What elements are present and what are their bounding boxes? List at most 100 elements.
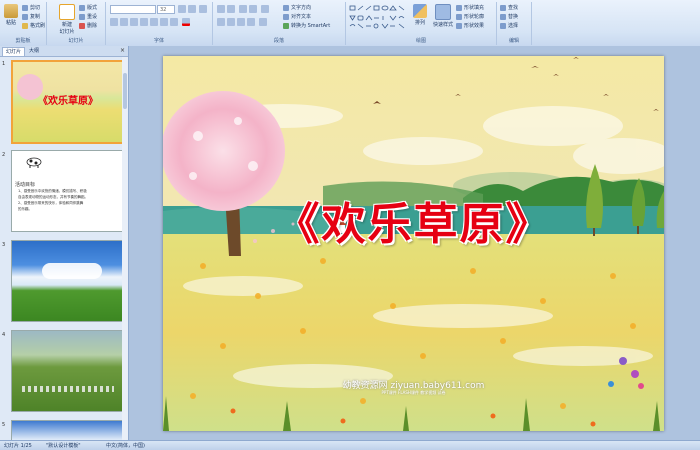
slides-group: 新建 幻灯片 版式 重设 删除 幻灯片: [47, 2, 106, 45]
current-slide[interactable]: 《欢乐草原》 幼教资源网 ziyuan.baby611.com PPT课件 FL…: [163, 56, 664, 431]
shapes-gallery-icons: [349, 5, 405, 29]
slides-group-label: 幻灯片: [68, 38, 84, 44]
shrink-font-icon[interactable]: [188, 5, 196, 13]
delete-button[interactable]: 删除: [79, 22, 97, 30]
strikethrough-icon[interactable]: [140, 18, 148, 26]
justify-icon[interactable]: [247, 18, 255, 26]
convert-smartart-button[interactable]: 转换为 SmartArt: [283, 22, 330, 30]
char-spacing-icon[interactable]: [160, 18, 168, 26]
drawing-group: 排列 快速样式 形状填充 形状轮廓 形状效果 绘图: [346, 2, 497, 45]
scrollbar-thumb[interactable]: [123, 73, 127, 109]
binoculars-icon: [500, 4, 506, 11]
slide-thumbnail-3[interactable]: [11, 240, 123, 322]
slide-thumbnail-5[interactable]: [11, 420, 123, 441]
watermark-subtext: PPT课件 FLASH课件 教学视频 试卷: [381, 390, 446, 395]
shadow-icon[interactable]: [150, 18, 158, 26]
paint-bucket-icon: [456, 4, 462, 11]
cow-icon: [26, 157, 42, 168]
text-direction-button[interactable]: 文字方向: [283, 4, 311, 12]
thumbnail-clouds: [42, 263, 102, 279]
close-pane-icon[interactable]: ×: [120, 47, 125, 54]
tab-outline[interactable]: 大纲: [26, 47, 42, 55]
thumbnail-number: 3: [2, 242, 6, 248]
decrease-indent-icon[interactable]: [239, 5, 247, 13]
new-slide-icon: [59, 4, 75, 20]
paste-label: 粘贴: [5, 20, 16, 26]
bold-icon[interactable]: [110, 18, 118, 26]
slide-thumbnail-1[interactable]: 《欢乐草原》: [11, 60, 125, 144]
select-button[interactable]: 选择: [500, 22, 518, 30]
reset-button[interactable]: 重设: [79, 13, 97, 21]
thumbnail-title: 《欢乐草原》: [38, 96, 98, 107]
slide-thumbnail-4[interactable]: [11, 330, 123, 412]
pane-tabs: 幻灯片 大纲 ×: [0, 46, 128, 57]
new-slide-button[interactable]: 新建 幻灯片: [57, 4, 77, 35]
paragraph-group: 文字方向 对齐文本 转换为 SmartArt 段落: [213, 2, 346, 45]
find-button[interactable]: 查找: [500, 4, 518, 12]
font-name-combo[interactable]: [110, 5, 156, 14]
bullets-icon[interactable]: [217, 5, 225, 13]
arrange-icon: [413, 4, 427, 18]
shape-effects-button[interactable]: 形状效果: [456, 22, 484, 30]
grow-font-icon[interactable]: [178, 5, 186, 13]
slide-editor: 《欢乐草原》 幼教资源网 ziyuan.baby611.com PPT课件 FL…: [129, 46, 700, 440]
drawing-group-label: 绘图: [415, 38, 426, 44]
copy-icon: [22, 13, 28, 20]
align-left-icon[interactable]: [217, 18, 225, 26]
quick-styles-button[interactable]: 快速样式: [432, 4, 454, 32]
theme-name: "默认设计模板": [46, 443, 81, 449]
tab-slides[interactable]: 幻灯片: [2, 47, 26, 56]
slide-counter: 幻灯片 1/25: [4, 443, 32, 449]
ribbon: 粘贴 剪切 复制 格式刷 剪贴板 新建 幻灯片 版式 重设 删除 幻灯片 32 …: [0, 0, 700, 47]
paragraph-group-label: 段落: [273, 38, 284, 44]
cut-button[interactable]: 剪切: [22, 4, 40, 12]
thumbnail-line: 自由表现动物的运动形态，并有节奏的舞蹈。: [18, 195, 88, 199]
increase-indent-icon[interactable]: [249, 5, 257, 13]
numbering-icon[interactable]: [227, 5, 235, 13]
slides-pane: 幻灯片 大纲 × 1 《欢乐草原》 2 活动目标 1、感受音乐中欢快的情绪，模仿…: [0, 46, 129, 441]
shapes-gallery[interactable]: [349, 4, 407, 34]
font-color-icon[interactable]: [182, 18, 190, 26]
format-painter-button[interactable]: 格式刷: [22, 22, 45, 30]
paste-icon: [4, 4, 18, 18]
thumbnail-sheep-flock: [22, 386, 114, 392]
underline-icon[interactable]: [130, 18, 138, 26]
font-size-combo[interactable]: 32: [157, 5, 175, 14]
pane-scrollbar[interactable]: [122, 57, 128, 440]
smartart-icon: [283, 22, 289, 29]
quick-styles-icon: [435, 4, 451, 20]
align-text-button[interactable]: 对齐文本: [283, 13, 311, 21]
columns-icon[interactable]: [259, 18, 267, 26]
thumbnail-number: 5: [2, 422, 6, 428]
layout-button[interactable]: 版式: [79, 4, 97, 12]
thumbnail-number: 1: [2, 61, 6, 67]
thumbnail-line: 1、感受音乐中欢快的情绪，模仿描写、积极: [18, 189, 87, 193]
italic-icon[interactable]: [120, 18, 128, 26]
cursor-icon: [500, 22, 506, 29]
shape-outline-button[interactable]: 形状轮廓: [456, 13, 484, 21]
clipboard-group-label: 剪贴板: [15, 38, 31, 44]
language-indicator[interactable]: 中文(简体，中国): [106, 442, 145, 449]
shape-fill-button[interactable]: 形状填充: [456, 4, 484, 12]
clear-format-icon[interactable]: [199, 5, 207, 13]
scissors-icon: [22, 4, 28, 11]
slide-title[interactable]: 《欢乐草原》: [163, 188, 664, 252]
pen-icon: [456, 13, 462, 20]
replace-button[interactable]: 替换: [500, 13, 518, 21]
delete-icon: [79, 22, 85, 29]
align-center-icon[interactable]: [227, 18, 235, 26]
editing-group: 查找 替换 选择 编辑: [497, 2, 532, 45]
arrange-button[interactable]: 排列: [410, 4, 430, 32]
line-spacing-icon[interactable]: [261, 5, 269, 13]
paste-button[interactable]: 粘贴: [2, 4, 20, 32]
brush-icon: [22, 22, 28, 29]
thumbnail-line: 的乐趣。: [18, 207, 32, 211]
align-right-icon[interactable]: [237, 18, 245, 26]
thumbnail-number: 2: [2, 152, 6, 158]
thumbnail-line: 2、感受音乐带来的快乐，体验和同伴跳舞: [18, 201, 84, 205]
layout-icon: [79, 4, 85, 11]
copy-button[interactable]: 复制: [22, 13, 40, 21]
slide-thumbnail-2[interactable]: 活动目标 1、感受音乐中欢快的情绪，模仿描写、积极 自由表现动物的运动形态，并有…: [11, 150, 123, 232]
replace-icon: [500, 13, 506, 20]
change-case-icon[interactable]: [170, 18, 178, 26]
